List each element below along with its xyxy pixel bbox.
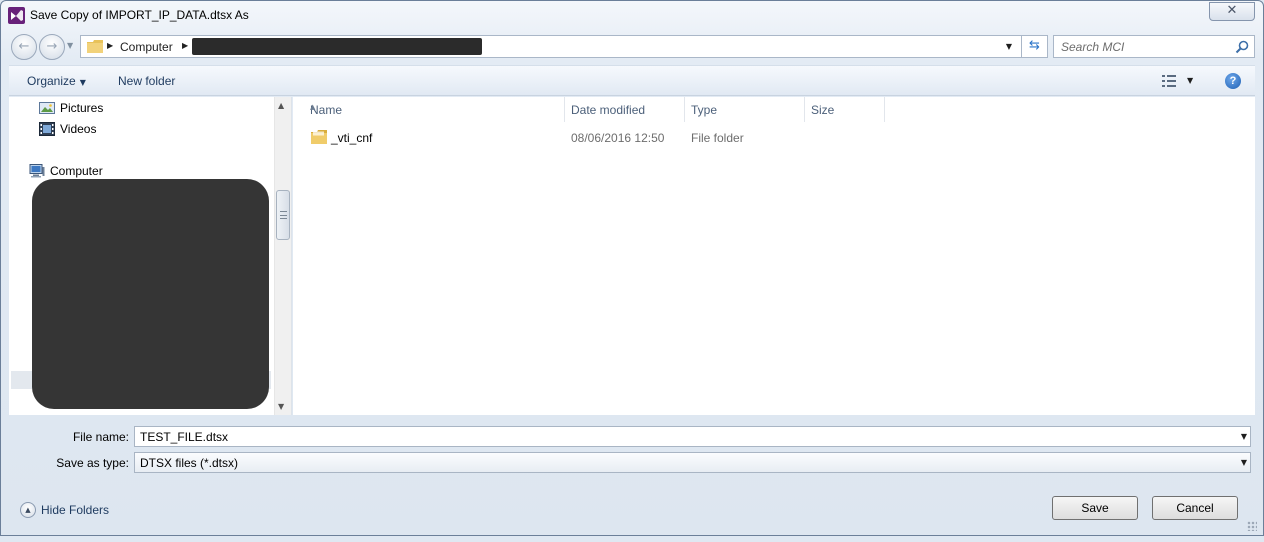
column-header-type[interactable]: Type bbox=[684, 97, 805, 122]
breadcrumb-computer[interactable]: Computer bbox=[120, 40, 173, 54]
scroll-down-icon[interactable]: ▼ bbox=[278, 402, 284, 411]
organize-button[interactable]: Organize ▼ bbox=[27, 74, 86, 88]
view-details-icon[interactable] bbox=[1162, 75, 1176, 87]
new-folder-button[interactable]: New folder bbox=[118, 74, 175, 88]
title-bar: Save Copy of IMPORT_IP_DATA.dtsx As ✕ bbox=[1, 1, 1263, 31]
recent-locations-dropdown[interactable]: ▼ bbox=[67, 41, 73, 50]
column-label: Size bbox=[811, 103, 835, 117]
column-header-size[interactable]: Size bbox=[804, 97, 885, 122]
file-row[interactable]: _vti_cnf 08/06/2016 12:50 File folder bbox=[293, 127, 1255, 149]
pictures-icon bbox=[39, 102, 55, 114]
forward-button[interactable]: → bbox=[39, 34, 65, 60]
command-bar: Organize ▼ New folder ▼ ? bbox=[9, 65, 1255, 96]
nav-item-label: Videos bbox=[60, 122, 97, 136]
save-dialog: Save Copy of IMPORT_IP_DATA.dtsx As ✕ ← … bbox=[0, 0, 1264, 536]
file-name-label: File name: bbox=[72, 430, 129, 444]
videos-icon bbox=[39, 122, 55, 136]
nav-item-label: Computer bbox=[50, 164, 103, 178]
chevron-up-icon: ▲ bbox=[20, 502, 36, 518]
column-header-date-modified[interactable]: Date modified bbox=[564, 97, 685, 122]
redacted-folder-tree bbox=[32, 179, 269, 409]
arrow-right-icon: → bbox=[46, 39, 58, 54]
computer-icon bbox=[29, 164, 45, 178]
help-icon[interactable]: ? bbox=[1225, 73, 1241, 89]
folder-icon bbox=[87, 40, 103, 53]
save-button[interactable]: Save bbox=[1052, 496, 1138, 520]
folder-icon bbox=[311, 130, 327, 144]
visual-studio-icon bbox=[8, 7, 25, 24]
scroll-thumb[interactable] bbox=[276, 190, 290, 240]
chevron-down-icon[interactable]: ▼ bbox=[1241, 453, 1247, 473]
window-title: Save Copy of IMPORT_IP_DATA.dtsx As bbox=[30, 8, 249, 22]
save-type-value: DTSX files (*.dtsx) bbox=[140, 456, 239, 470]
close-button[interactable]: ✕ bbox=[1209, 2, 1255, 21]
nav-scrollbar[interactable]: ▲ ▼ bbox=[274, 97, 291, 415]
breadcrumb-separator-icon[interactable]: ▶ bbox=[107, 41, 113, 50]
navigation-pane: Pictures Videos Computer ▲ ▼ bbox=[9, 97, 292, 415]
grip-icon bbox=[280, 211, 287, 219]
refresh-button[interactable]: ⇆ bbox=[1022, 35, 1048, 58]
file-date-modified: 08/06/2016 12:50 bbox=[571, 131, 665, 145]
address-bar[interactable]: ▶ Computer ▶ ▼ bbox=[80, 35, 1022, 58]
file-name-field[interactable]: TEST_FILE.dtsx ▼ bbox=[134, 426, 1251, 447]
file-type: File folder bbox=[691, 131, 744, 145]
cancel-button[interactable]: Cancel bbox=[1152, 496, 1238, 520]
file-name: _vti_cnf bbox=[331, 131, 373, 145]
column-header-name[interactable]: Name ▲ bbox=[303, 97, 565, 122]
search-input[interactable]: Search MCI bbox=[1053, 35, 1255, 58]
refresh-icon: ⇆ bbox=[1029, 38, 1040, 53]
file-list: Name ▲ Date modified Type Size _vti_cnf … bbox=[293, 97, 1255, 415]
column-label: Type bbox=[691, 103, 718, 117]
resize-grip-icon[interactable] bbox=[1247, 521, 1257, 531]
search-placeholder: Search MCI bbox=[1061, 40, 1125, 54]
chevron-down-icon[interactable]: ▼ bbox=[1241, 427, 1247, 447]
organize-label: Organize bbox=[27, 74, 76, 88]
save-type-select[interactable]: DTSX files (*.dtsx) ▼ bbox=[134, 452, 1251, 473]
save-type-label: Save as type: bbox=[56, 456, 129, 470]
back-button[interactable]: ← bbox=[11, 34, 37, 60]
nav-item-label: Pictures bbox=[60, 101, 104, 115]
redacted-path bbox=[192, 38, 482, 55]
scroll-up-icon[interactable]: ▲ bbox=[278, 101, 284, 110]
hide-folders-label: Hide Folders bbox=[41, 503, 110, 517]
breadcrumb-separator-icon[interactable]: ▶ bbox=[182, 41, 188, 50]
address-dropdown-icon[interactable]: ▼ bbox=[1000, 36, 1018, 57]
file-name-value: TEST_FILE.dtsx bbox=[140, 430, 229, 444]
search-icon[interactable] bbox=[1235, 40, 1249, 54]
arrow-left-icon: ← bbox=[18, 39, 30, 54]
chevron-down-icon: ▼ bbox=[79, 78, 86, 87]
column-label: Date modified bbox=[571, 103, 646, 117]
view-options-dropdown[interactable]: ▼ bbox=[1187, 76, 1193, 85]
sort-ascending-icon: ▲ bbox=[310, 103, 316, 111]
